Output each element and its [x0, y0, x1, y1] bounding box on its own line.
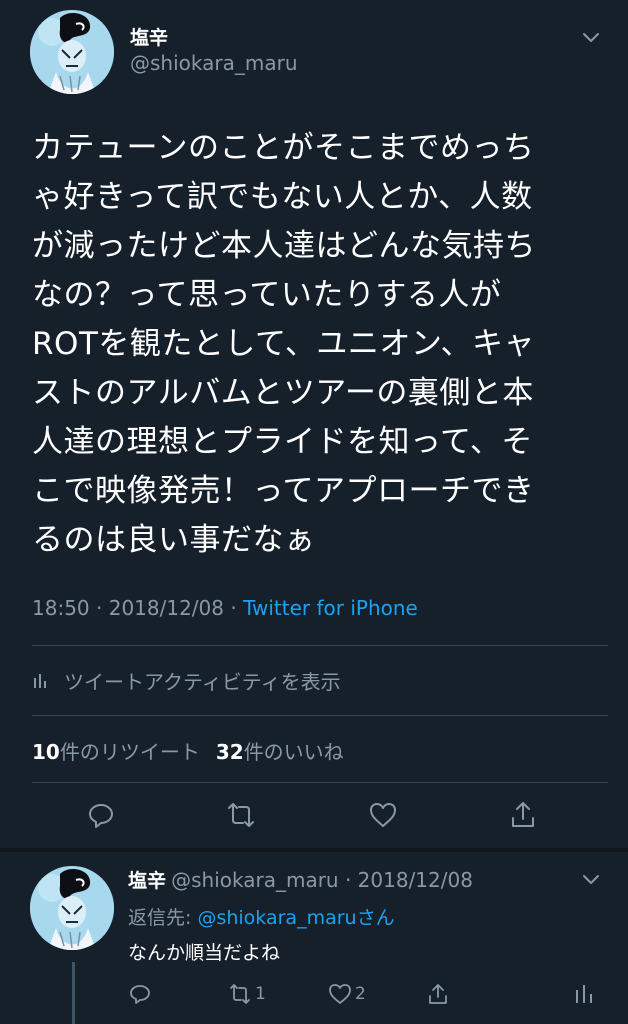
author-avatar[interactable] — [30, 10, 114, 94]
share-arrow-icon — [429, 984, 447, 1004]
reply-retweet-button[interactable]: 1 — [228, 982, 266, 1006]
share-arrow-icon — [512, 802, 534, 827]
tweet-text-line: ストのアルバムとツアーの裏側と本 — [32, 375, 534, 411]
like-count: 32 — [215, 740, 244, 764]
reply-like-count: 2 — [355, 984, 366, 1004]
speech-bubble-icon — [130, 985, 150, 1004]
heart-icon — [370, 803, 396, 827]
reply-retweet-count: 1 — [255, 984, 266, 1004]
tweet-time: 18:50 — [32, 596, 90, 620]
reply-to-prefix: 返信先: — [128, 907, 198, 929]
author-display-name[interactable]: 塩辛 — [130, 23, 168, 50]
reply-to-mention[interactable]: @shiokara_maru — [197, 907, 356, 929]
reply-activity-button[interactable] — [572, 982, 596, 1006]
tweet-text-line: なの？って思っていたりする人が — [32, 277, 502, 313]
tweet-text-line: ゃ好きって訳でもない人とか、人数 — [32, 179, 533, 215]
tweet-text-line: 人達の理想とプライドを知って、そ — [32, 424, 533, 460]
bar-chart-icon — [576, 985, 592, 1003]
heart-icon — [329, 984, 351, 1004]
tweet-text-line: こで映像発売！ってアプローチでき — [32, 473, 535, 509]
thread-line — [72, 962, 75, 1024]
retweet-button[interactable] — [224, 798, 258, 832]
retweet-stat[interactable]: 10件のリツイート — [32, 740, 200, 764]
tweet-activity-link[interactable]: ツイートアクティビティを表示 — [32, 666, 341, 695]
tweet-text-line: が減ったけど本人達はどんな気持ち — [32, 228, 536, 264]
share-button[interactable] — [506, 798, 540, 832]
chevron-down-icon[interactable] — [580, 868, 602, 890]
reply-text: なんか順当だよね — [128, 942, 281, 964]
bar-chart-icon — [32, 672, 50, 690]
reply-handle-date[interactable]: @shiokara_maru · 2018/12/08 — [171, 868, 473, 892]
author-handle[interactable]: @shiokara_maru — [130, 51, 298, 75]
tweet-text-line: るのは良い事だなぁ — [32, 522, 316, 558]
tweet-text-line: カテューンのことがそこまでめっち — [32, 130, 535, 166]
divider — [32, 715, 608, 716]
reply-like-button[interactable]: 2 — [328, 982, 366, 1006]
tweet-stats: 10件のリツイート 32件のいいね — [32, 736, 344, 765]
like-stat[interactable]: 32件のいいね — [216, 740, 344, 764]
like-label: 件のいいね — [243, 740, 344, 764]
reply-button[interactable] — [84, 798, 118, 832]
reply-to-line: 返信先: @shiokara_maruさん — [128, 903, 395, 930]
retweet-arrows-icon — [230, 984, 250, 1004]
reply-to-suffix: さん — [356, 907, 395, 929]
tweet-source-link[interactable]: Twitter for iPhone — [243, 596, 418, 620]
chevron-down-icon[interactable] — [580, 26, 602, 48]
divider — [32, 645, 608, 646]
reply-header: 塩辛 @shiokara_maru · 2018/12/08 — [128, 866, 473, 893]
meta-separator: · — [230, 596, 237, 620]
reply-author-display-name[interactable]: 塩辛 — [128, 870, 166, 892]
tweet-meta: 18:50 · 2018/12/08 · Twitter for iPhone — [32, 596, 418, 620]
section-separator — [0, 848, 628, 852]
speech-bubble-icon — [89, 804, 113, 828]
tweet-date: 2018/12/08 — [108, 596, 224, 620]
retweet-label: 件のリツイート — [59, 740, 200, 764]
divider — [32, 782, 608, 783]
retweet-count: 10 — [32, 740, 60, 764]
reply-reply-button[interactable] — [128, 982, 152, 1006]
reply-share-button[interactable] — [426, 982, 450, 1006]
like-button[interactable] — [366, 798, 400, 832]
meta-separator: · — [96, 596, 103, 620]
tweet-activity-label: ツイートアクティビティを表示 — [64, 670, 341, 694]
retweet-arrows-icon — [228, 803, 254, 827]
reply-author-avatar[interactable] — [30, 866, 114, 950]
tweet-text: カテューンのことがそこまでめっち ゃ好きって訳でもない人とか、人数 が減ったけど… — [32, 124, 608, 565]
tweet-text-line: ROTを観たとして、ユニオン、キャ — [32, 326, 536, 362]
